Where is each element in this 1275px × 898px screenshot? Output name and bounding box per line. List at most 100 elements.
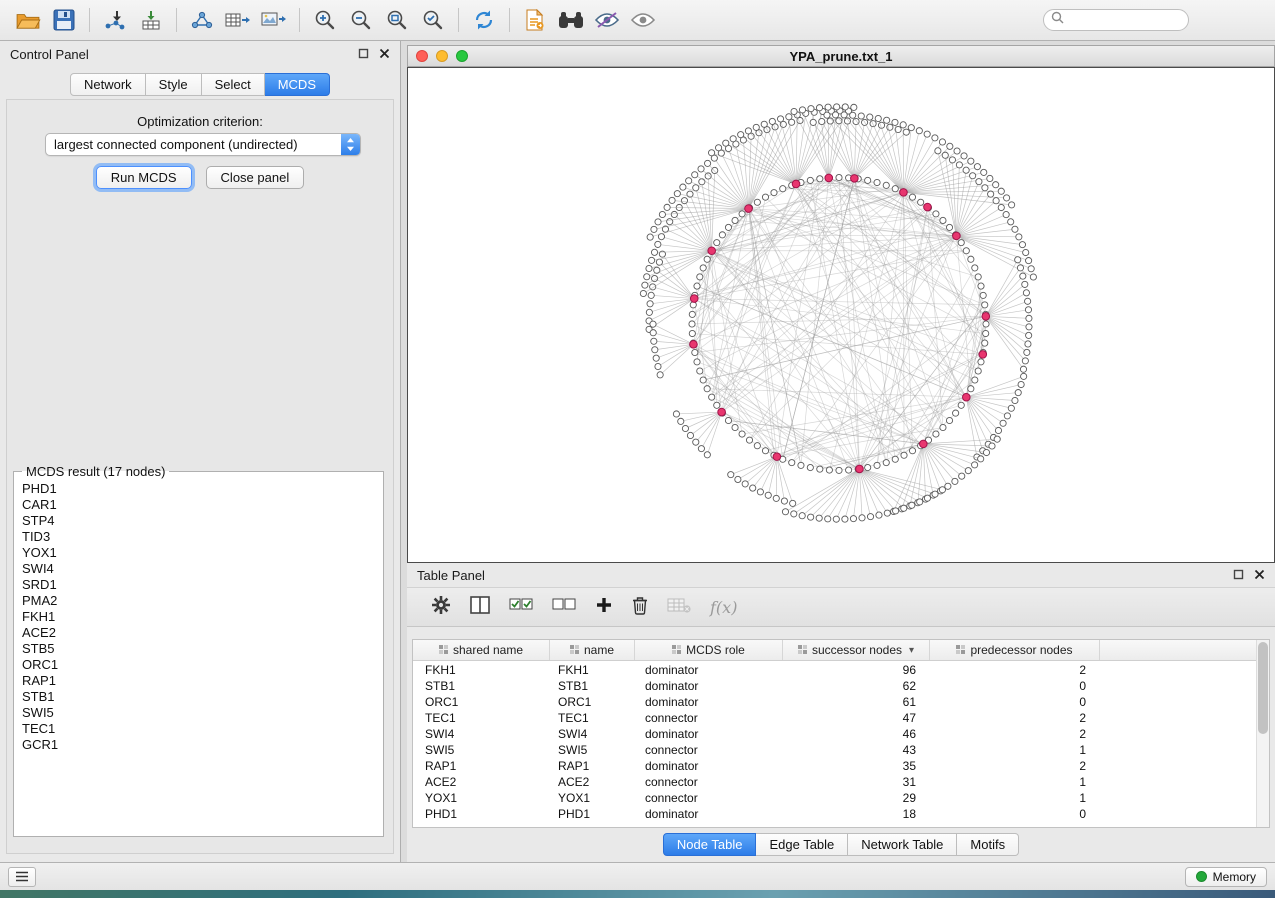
- table-cell: STB1: [413, 679, 550, 693]
- toolbar-separator: [299, 8, 300, 32]
- tab-motifs[interactable]: Motifs: [957, 833, 1019, 856]
- save-session-icon[interactable]: [46, 5, 82, 35]
- mcds-result-title: MCDS result (17 nodes): [22, 464, 169, 479]
- column-header-shared-name[interactable]: shared name: [413, 640, 550, 660]
- result-node[interactable]: STB1: [16, 689, 383, 705]
- zoom-in-icon[interactable]: [307, 5, 343, 35]
- column-options-icon[interactable]: [570, 643, 579, 657]
- table-cell: dominator: [635, 695, 783, 709]
- run-mcds-button[interactable]: Run MCDS: [96, 166, 192, 189]
- close-panel-icon[interactable]: [379, 47, 390, 62]
- delete-column-trash-icon[interactable]: [632, 595, 648, 620]
- import-table-from-file-icon[interactable]: [133, 5, 169, 35]
- show-graphics-details-icon[interactable]: [625, 5, 661, 35]
- zoom-out-icon[interactable]: [343, 5, 379, 35]
- zoom-selected-icon[interactable]: [415, 5, 451, 35]
- memory-button[interactable]: Memory: [1185, 867, 1267, 887]
- table-row[interactable]: PHD1PHD1dominator180: [413, 806, 1256, 822]
- tab-node-table[interactable]: Node Table: [663, 833, 757, 856]
- column-header-successor-nodes[interactable]: successor nodes▾: [783, 640, 930, 660]
- result-node[interactable]: RAP1: [16, 673, 383, 689]
- table-row[interactable]: ORC1ORC1dominator610: [413, 694, 1256, 710]
- column-header-predecessor-nodes[interactable]: predecessor nodes: [930, 640, 1100, 660]
- table-row[interactable]: STB1STB1dominator620: [413, 678, 1256, 694]
- float-panel-icon[interactable]: [358, 47, 369, 62]
- column-options-icon[interactable]: [798, 643, 807, 657]
- search-network-binoculars-icon[interactable]: [553, 5, 589, 35]
- toolbar-search[interactable]: [1043, 9, 1189, 31]
- select-all-checkboxes-icon[interactable]: [509, 597, 533, 618]
- split-columns-icon[interactable]: [470, 596, 490, 619]
- table-cell: 0: [930, 679, 1100, 693]
- result-node[interactable]: ORC1: [16, 657, 383, 673]
- column-options-icon[interactable]: [439, 643, 448, 657]
- share-document-icon[interactable]: [517, 5, 553, 35]
- control-panel-tabs: NetworkStyleSelectMCDS: [0, 73, 400, 96]
- refresh-view-icon[interactable]: [466, 5, 502, 35]
- open-file-icon[interactable]: [10, 5, 46, 35]
- result-node[interactable]: SWI5: [16, 705, 383, 721]
- table-row[interactable]: FKH1FKH1dominator962: [413, 662, 1256, 678]
- column-options-icon[interactable]: [956, 643, 965, 657]
- optimization-criterion-select[interactable]: largest connected component (undirected): [45, 133, 361, 156]
- table-panel: Table Panel f(x) shared namenameMCDS: [407, 563, 1275, 862]
- sort-arrow-icon[interactable]: ▾: [909, 645, 914, 656]
- table-scrollbar[interactable]: [1256, 640, 1269, 827]
- table-row[interactable]: TEC1TEC1connector472: [413, 710, 1256, 726]
- result-node[interactable]: PMA2: [16, 593, 383, 609]
- result-node[interactable]: GCR1: [16, 737, 383, 753]
- export-network-icon[interactable]: [184, 5, 220, 35]
- hide-graphics-details-icon[interactable]: [589, 5, 625, 35]
- close-panel-button[interactable]: Close panel: [206, 166, 305, 189]
- table-settings-gear-icon[interactable]: [431, 595, 451, 620]
- result-node[interactable]: STB5: [16, 641, 383, 657]
- result-node[interactable]: ACE2: [16, 625, 383, 641]
- column-options-icon[interactable]: [672, 643, 681, 657]
- mcds-result-list[interactable]: PHD1CAR1STP4TID3YOX1SWI4SRD1PMA2FKH1ACE2…: [16, 481, 383, 836]
- column-header-MCDS-role[interactable]: MCDS role: [635, 640, 783, 660]
- table-row[interactable]: YOX1YOX1connector291: [413, 790, 1256, 806]
- table-cell: RAP1: [550, 759, 635, 773]
- close-panel-icon[interactable]: [1254, 568, 1265, 583]
- export-image-icon[interactable]: [256, 5, 292, 35]
- column-header-name[interactable]: name: [550, 640, 635, 660]
- network-view[interactable]: [407, 67, 1275, 563]
- network-window-titlebar[interactable]: YPA_prune.txt_1: [407, 45, 1275, 67]
- table-cell: 35: [783, 759, 930, 773]
- table-row[interactable]: RAP1RAP1dominator352: [413, 758, 1256, 774]
- table-row[interactable]: SWI5SWI5connector431: [413, 742, 1256, 758]
- float-panel-icon[interactable]: [1233, 568, 1244, 583]
- toolbar-separator: [176, 8, 177, 32]
- result-node[interactable]: SWI4: [16, 561, 383, 577]
- result-node[interactable]: CAR1: [16, 497, 383, 513]
- tab-style[interactable]: Style: [146, 73, 202, 96]
- import-network-from-file-icon[interactable]: [97, 5, 133, 35]
- tab-network-table[interactable]: Network Table: [848, 833, 957, 856]
- table-cell: SWI5: [413, 743, 550, 757]
- result-node[interactable]: SRD1: [16, 577, 383, 593]
- result-node[interactable]: TEC1: [16, 721, 383, 737]
- tab-mcds[interactable]: MCDS: [265, 73, 330, 96]
- result-node[interactable]: YOX1: [16, 545, 383, 561]
- status-list-icon[interactable]: [8, 867, 36, 887]
- table-row[interactable]: SWI4SWI4dominator462: [413, 726, 1256, 742]
- result-node[interactable]: TID3: [16, 529, 383, 545]
- zoom-fit-icon[interactable]: [379, 5, 415, 35]
- control-panel-title: Control Panel: [10, 47, 89, 62]
- tab-network[interactable]: Network: [70, 73, 146, 96]
- table-scrollbar-thumb[interactable]: [1258, 642, 1268, 734]
- search-input[interactable]: [1068, 13, 1181, 27]
- tab-edge-table[interactable]: Edge Table: [756, 833, 848, 856]
- result-node[interactable]: FKH1: [16, 609, 383, 625]
- result-node[interactable]: PHD1: [16, 481, 383, 497]
- table-cell: 2: [930, 711, 1100, 725]
- table-cell: YOX1: [550, 791, 635, 805]
- table-row[interactable]: ACE2ACE2connector311: [413, 774, 1256, 790]
- deselect-all-checkboxes-icon[interactable]: [552, 597, 576, 618]
- table-cell: TEC1: [413, 711, 550, 725]
- export-table-icon[interactable]: [220, 5, 256, 35]
- add-column-icon[interactable]: [595, 596, 613, 619]
- result-node[interactable]: STP4: [16, 513, 383, 529]
- selected-option-label: largest connected component (undirected): [46, 137, 341, 152]
- tab-select[interactable]: Select: [202, 73, 265, 96]
